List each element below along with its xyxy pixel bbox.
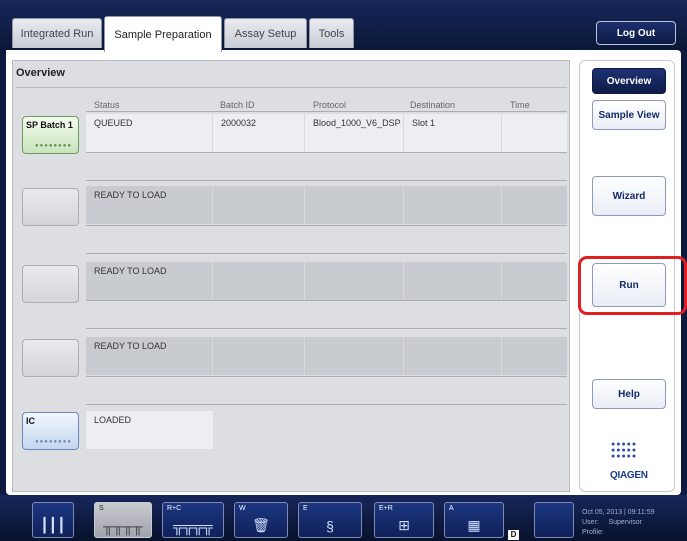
slot-label: IC (26, 416, 35, 426)
table-row[interactable]: LOADED (86, 411, 213, 449)
cell-status: QUEUED (86, 114, 213, 152)
cell-status: READY TO LOAD (86, 186, 213, 224)
cell-protocol (305, 262, 404, 300)
slot-label: W (239, 505, 246, 512)
qiagen-logo: QIAGEN (610, 470, 648, 481)
sample-view-button[interactable]: Sample View (592, 100, 666, 130)
qiagen-logo-icon: ●●●●● ●●●●● ●●●●● (611, 441, 638, 460)
cell-status: READY TO LOAD (86, 337, 213, 375)
drawer-slot-s[interactable]: S ╥╥╥╥ (94, 502, 152, 538)
slot-label: E+R (379, 505, 393, 512)
slot-label: A (449, 505, 454, 512)
cell-batch-id (213, 262, 305, 300)
drawer-slot-empty[interactable] (534, 502, 574, 538)
cell-time (502, 186, 567, 224)
divider (86, 376, 567, 377)
table-row[interactable]: QUEUED 2000032 Blood_1000_V6_DSP Slot 1 (86, 114, 567, 152)
slot-label: E (303, 505, 308, 512)
drawer-slot-a[interactable]: A ▦ (444, 502, 504, 538)
tab-assay-setup[interactable]: Assay Setup (224, 18, 307, 48)
overview-title: Overview (16, 67, 65, 79)
run-highlight (578, 256, 687, 315)
drawer-slot-e[interactable]: E § (298, 502, 362, 538)
slot-label: R+C (167, 505, 182, 512)
dots-icon: ●●●●●●●● (35, 439, 72, 445)
col-destination: Destination (410, 100, 456, 110)
slot-ic[interactable]: IC ●●●●●●●● (22, 412, 79, 450)
cell-protocol (305, 337, 404, 375)
dots-icon: ●●●●●●●● (35, 143, 72, 149)
waste-bin-icon: 🗑 (252, 517, 270, 533)
datetime: Oct 05, 2013 | 09:11:59 (582, 509, 655, 516)
drawer-slot-1[interactable]: ┃┃┃ (32, 502, 74, 538)
tab-tools[interactable]: Tools (309, 18, 354, 48)
divider (86, 152, 567, 153)
drawer-slot-w[interactable]: W 🗑 (234, 502, 288, 538)
cell-destination (404, 262, 502, 300)
status-info: Oct 05, 2013 | 09:11:59 User: Supervisor… (582, 508, 655, 538)
wizard-button[interactable]: Wizard (592, 176, 666, 216)
cell-time (502, 262, 567, 300)
divider (86, 111, 567, 112)
divider (86, 300, 567, 301)
cell-batch-id (213, 337, 305, 375)
user-label: User: (582, 519, 599, 526)
cell-status: READY TO LOAD (86, 262, 213, 300)
col-batch-id: Batch ID (220, 100, 255, 110)
cell-time (502, 114, 567, 152)
tips-icon: ╦╦╦╦ (173, 518, 213, 534)
cell-status: LOADED (86, 411, 213, 449)
cell-batch-id: 2000032 (213, 114, 305, 152)
assay-plate-icon: ▦ (467, 517, 481, 533)
divider (86, 180, 567, 181)
tubes-icon: ┃┃┃ (40, 517, 66, 533)
slot-label: SP Batch 1 (26, 120, 73, 130)
divider (86, 225, 567, 226)
cell-batch-id (213, 186, 305, 224)
profile-label: Profile: (582, 529, 604, 536)
table-row[interactable]: READY TO LOAD (86, 186, 567, 224)
drawer-slot-er[interactable]: E+R ⊞ (374, 502, 434, 538)
plate-icon: ⊞ (398, 517, 410, 533)
cell-destination: Slot 1 (404, 114, 502, 152)
tab-integrated-run[interactable]: Integrated Run (12, 18, 102, 48)
slot-empty-3[interactable] (22, 265, 79, 303)
slot-empty-4[interactable] (22, 339, 79, 377)
d-badge: D (508, 530, 519, 540)
divider (86, 253, 567, 254)
col-time: Time (510, 100, 530, 110)
slot-sp-batch-1[interactable]: SP Batch 1 ●●●●●●●● (22, 116, 79, 154)
divider (86, 404, 567, 405)
drawer-slot-rc[interactable]: R+C ╦╦╦╦ (162, 502, 224, 538)
col-status: Status (94, 100, 120, 110)
help-button[interactable]: Help (592, 379, 666, 409)
overview-button[interactable]: Overview (592, 68, 666, 94)
user-line: User: Supervisor (582, 518, 655, 528)
col-protocol: Protocol (313, 100, 347, 110)
table-row[interactable]: READY TO LOAD (86, 337, 567, 375)
user-value: Supervisor (608, 519, 642, 526)
dna-icon: § (326, 518, 334, 534)
table-row[interactable]: READY TO LOAD (86, 262, 567, 300)
cell-time (502, 337, 567, 375)
divider (86, 328, 567, 329)
cell-protocol: Blood_1000_V6_DSP (305, 114, 404, 152)
rack-icon: ╥╥╥╥ (103, 518, 143, 534)
cell-destination (404, 337, 502, 375)
cell-protocol (305, 186, 404, 224)
divider (16, 87, 567, 88)
tab-sample-preparation[interactable]: Sample Preparation (104, 16, 222, 52)
slot-empty-2[interactable] (22, 188, 79, 226)
slot-label: S (99, 505, 104, 512)
cell-destination (404, 186, 502, 224)
logout-button[interactable]: Log Out (596, 21, 676, 45)
